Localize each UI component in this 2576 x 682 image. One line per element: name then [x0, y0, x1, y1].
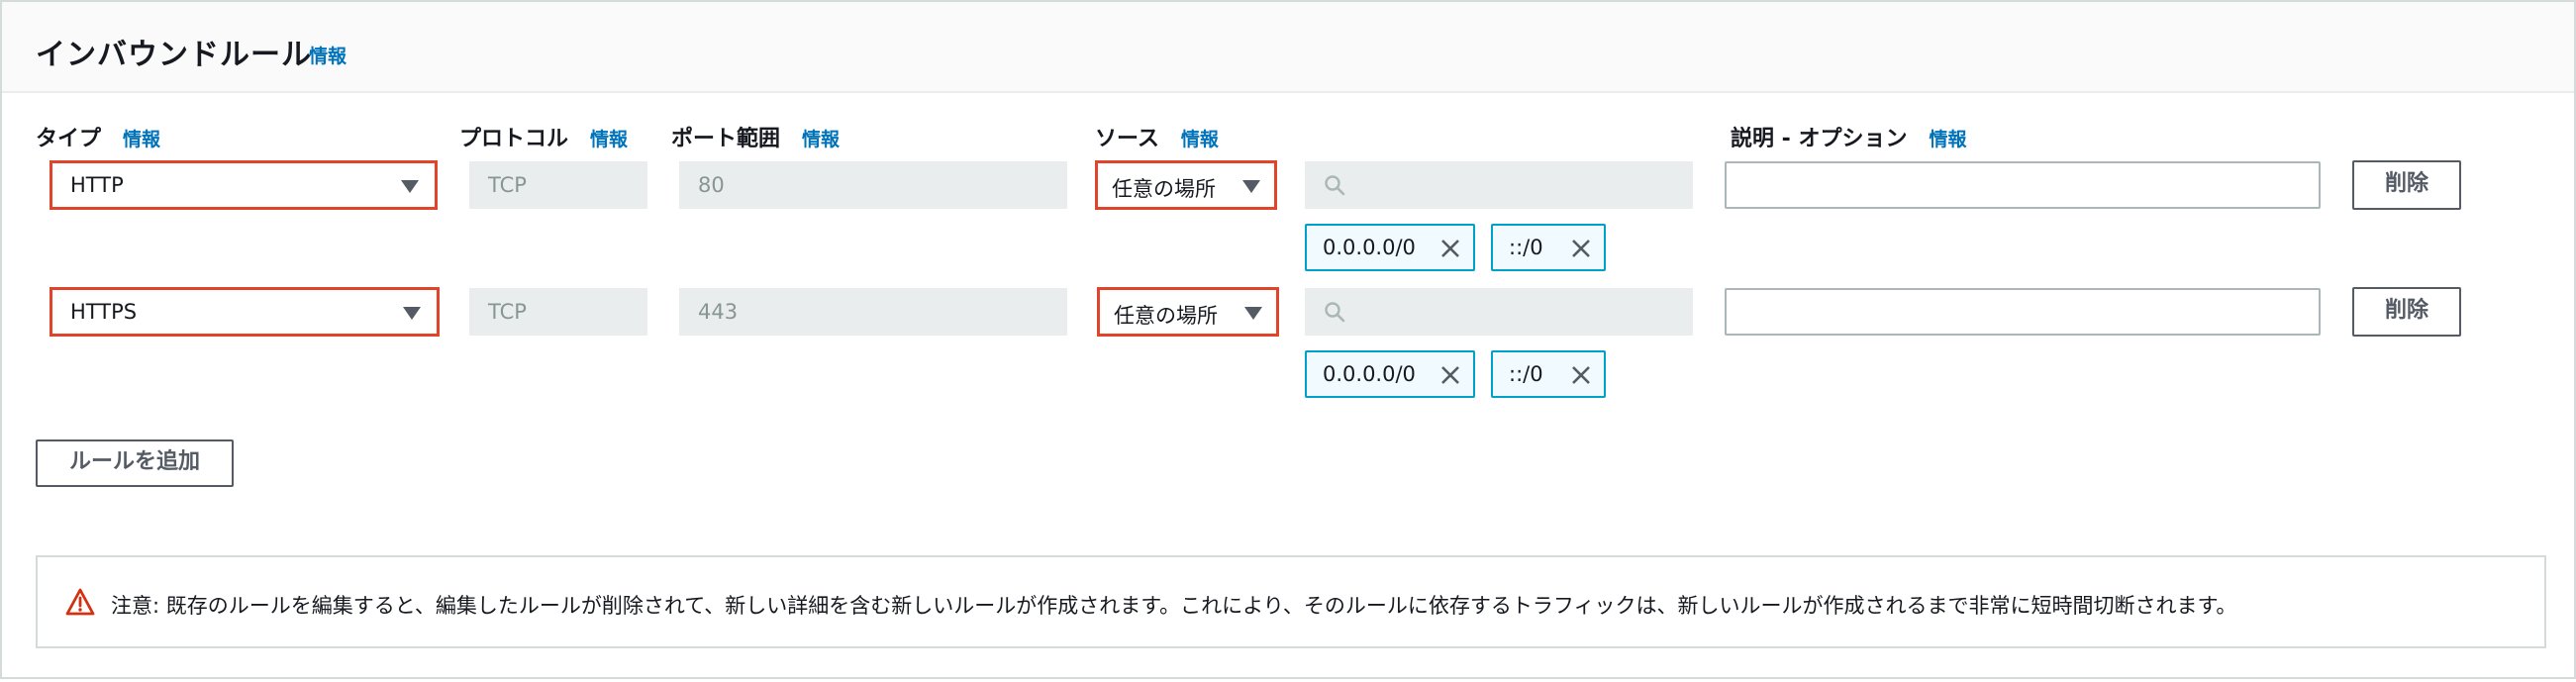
rule-2-type-value: HTTPS [70, 300, 138, 324]
rule-1-protocol-field: TCP [469, 161, 647, 209]
rule-1-type-value: HTTP [70, 173, 124, 197]
add-rule-button[interactable]: ルールを追加 [36, 439, 234, 487]
column-label-port-range-text: ポート範囲 [671, 127, 781, 151]
rule-2-protocol-value: TCP [488, 300, 527, 324]
rule-2-source-value: 任意の場所 [1114, 304, 1218, 328]
panel-header: インバウンドルール 情報 [2, 2, 2574, 93]
column-label-type-text: タイプ [36, 127, 102, 151]
rule-1-delete-button[interactable]: 削除 [2352, 160, 2461, 210]
rule-2-port-range-value: 443 [698, 300, 739, 324]
column-label-type: タイプ 情報 [36, 121, 160, 152]
edit-warning-alert: 注意: 既存のルールを編集すると、編集したルールが削除されて、新しい詳細を含む新… [36, 555, 2546, 648]
close-icon[interactable] [1439, 238, 1461, 259]
caret-down-icon [401, 180, 419, 193]
rule-1-source-value: 任意の場所 [1112, 177, 1216, 201]
rule-1-cidr-token-ipv6: ::/0 [1491, 224, 1606, 271]
inbound-rules-panel: インバウンドルール 情報 タイプ 情報 プロトコル 情報 ポート範囲 情報 ソース 情報… [0, 0, 2576, 679]
close-icon[interactable] [1570, 364, 1592, 386]
column-label-source: ソース 情報 [1095, 121, 1219, 152]
column-label-protocol-text: プロトコル [459, 127, 569, 151]
close-icon[interactable] [1570, 238, 1592, 259]
rule-1-type-select[interactable]: HTTP [50, 160, 438, 210]
type-info-link[interactable]: 情報 [123, 129, 160, 150]
source-info-link[interactable]: 情報 [1181, 129, 1219, 150]
rule-1-port-range-value: 80 [698, 173, 725, 197]
rule-1-cidr-ipv4-value: 0.0.0.0/0 [1323, 236, 1416, 259]
rule-2-delete-button[interactable]: 削除 [2352, 287, 2461, 337]
rule-2-source-select[interactable]: 任意の場所 [1097, 287, 1279, 337]
rule-2-type-select[interactable]: HTTPS [50, 287, 440, 337]
search-icon [1325, 302, 1345, 323]
caret-down-icon [1244, 307, 1262, 320]
rule-2-cidr-ipv6-value: ::/0 [1509, 362, 1543, 386]
close-icon[interactable] [1439, 364, 1461, 386]
panel-info-link[interactable]: 情報 [309, 42, 347, 68]
rule-1-cidr-token-ipv4: 0.0.0.0/0 [1305, 224, 1475, 271]
rule-2-cidr-ipv4-value: 0.0.0.0/0 [1323, 362, 1416, 386]
column-label-protocol: プロトコル 情報 [459, 121, 628, 152]
caret-down-icon [403, 307, 421, 320]
rule-2-description-input[interactable] [1725, 288, 2321, 336]
rule-1-cidr-ipv6-value: ::/0 [1509, 236, 1543, 259]
column-label-source-text: ソース [1095, 127, 1159, 151]
rule-1-protocol-value: TCP [488, 173, 527, 197]
column-label-port-range: ポート範囲 情報 [671, 121, 840, 152]
rule-2-cidr-search[interactable] [1305, 288, 1693, 336]
warning-icon [65, 588, 95, 616]
column-label-description: 説明 - オプション 情報 [1731, 121, 1966, 152]
search-icon [1325, 175, 1345, 196]
description-info-link[interactable]: 情報 [1929, 129, 1966, 150]
rule-1-cidr-search[interactable] [1305, 161, 1693, 209]
column-label-description-text: 説明 - オプション [1731, 127, 1908, 151]
rule-1-source-select[interactable]: 任意の場所 [1095, 160, 1277, 210]
rule-2-cidr-token-ipv4: 0.0.0.0/0 [1305, 350, 1475, 398]
rule-1-description-input[interactable] [1725, 161, 2321, 209]
panel-title: インバウンドルール [36, 38, 312, 72]
port-range-info-link[interactable]: 情報 [802, 129, 840, 150]
rule-2-cidr-token-ipv6: ::/0 [1491, 350, 1606, 398]
rule-2-port-range-field: 443 [679, 288, 1067, 336]
warning-text: 注意: 既存のルールを編集すると、編集したルールが削除されて、新しい詳細を含む新… [111, 594, 2237, 618]
caret-down-icon [1242, 180, 1260, 193]
rule-2-protocol-field: TCP [469, 288, 647, 336]
protocol-info-link[interactable]: 情報 [590, 129, 628, 150]
rule-1-port-range-field: 80 [679, 161, 1067, 209]
